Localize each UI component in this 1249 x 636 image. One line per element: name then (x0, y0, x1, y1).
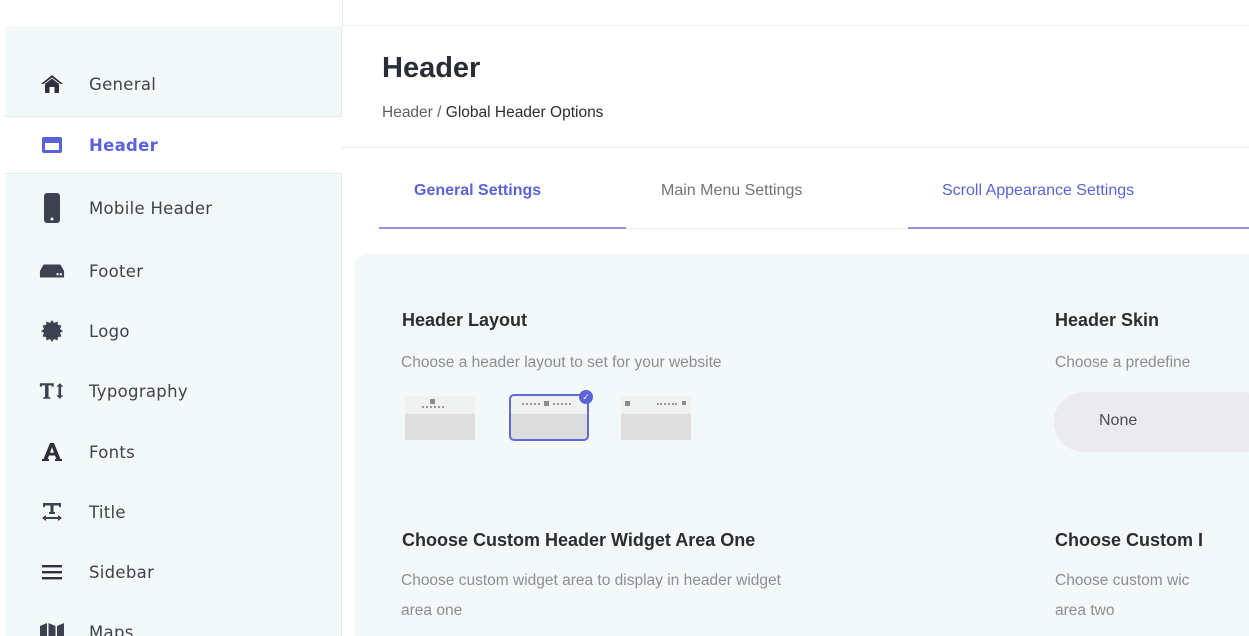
top-divider-vertical (342, 0, 343, 26)
layout-logo-mark (625, 401, 630, 406)
sidebar-item-typography[interactable]: Typography (5, 361, 342, 421)
sidebar-item-header[interactable]: Header (5, 116, 342, 174)
certificate-icon (39, 319, 65, 343)
widget-area-two-title: Choose Custom I (1055, 530, 1204, 550)
sidebar-item-logo[interactable]: Logo (5, 301, 342, 361)
font-icon (39, 440, 65, 464)
breadcrumb: Header / Global Header Options (382, 104, 603, 122)
tab-general-settings[interactable]: General Settings (414, 182, 541, 200)
layout-menu-dots (553, 403, 571, 405)
sidebar-item-label: Fonts (89, 442, 136, 462)
header-layout-title: Header Layout (402, 310, 528, 330)
sidebar-item-mobile-header[interactable]: Mobile Header (5, 178, 342, 238)
header-skin-select[interactable]: None (1054, 392, 1249, 452)
layout-preview-strip (405, 396, 475, 414)
sidebar-item-title[interactable]: Title (5, 482, 342, 542)
selected-check-icon: ✓ (579, 390, 593, 404)
sidebar-item-label: Footer (89, 261, 144, 281)
breadcrumb-root[interactable]: Header (382, 104, 433, 121)
sidebar-item-general[interactable]: General (5, 54, 342, 114)
sidebar-item-maps[interactable]: Maps (5, 602, 342, 636)
mobile-icon (39, 193, 65, 223)
layout-option-2[interactable] (509, 394, 589, 441)
header-skin-desc: Choose a predefine (1055, 354, 1191, 371)
home-icon (39, 72, 65, 96)
tab-scroll-appearance-settings[interactable]: Scroll Appearance Settings (942, 182, 1134, 200)
sidebar-item-label: Maps (89, 622, 134, 636)
sidebar-item-footer[interactable]: Footer (5, 241, 342, 301)
sidebar-item-label: Sidebar (89, 562, 155, 582)
tab-active-indicator (379, 227, 626, 229)
sidebar-item-label: Header (89, 135, 159, 155)
map-icon (39, 620, 65, 636)
text-height-icon (39, 379, 65, 403)
widget-area-two-desc-line1: Choose custom wic (1055, 572, 1190, 589)
sidebar-item-fonts[interactable]: Fonts (5, 422, 342, 482)
sidebar-item-label: Mobile Header (89, 198, 213, 218)
sidebar-item-label: General (89, 74, 157, 94)
sidebar-item-label: Title (89, 502, 126, 522)
layout-preview-strip (621, 396, 691, 414)
header-layout-desc: Choose a header layout to set for your w… (401, 354, 722, 371)
widget-area-one-title: Choose Custom Header Widget Area One (402, 530, 756, 550)
tab-main-menu-settings[interactable]: Main Menu Settings (661, 182, 802, 200)
layout-logo-mark (544, 401, 549, 406)
layout-option-1[interactable] (405, 396, 475, 440)
hdd-icon (39, 259, 65, 283)
breadcrumb-current: Global Header Options (445, 104, 604, 121)
page-title: Header (382, 52, 481, 84)
sidebar-item-sidebar[interactable]: Sidebar (5, 542, 342, 602)
text-width-icon (39, 500, 65, 524)
header-divider (342, 147, 1249, 148)
layout-preview-strip (511, 396, 587, 414)
bars-icon (39, 560, 65, 584)
sidebar-item-label: Logo (89, 321, 130, 341)
layout-menu-dots (522, 403, 540, 405)
top-divider (342, 25, 1249, 26)
sidebar: General Header Mobile Header Footer Logo… (5, 26, 342, 636)
sidebar-item-label: Typography (89, 381, 188, 401)
breadcrumb-separator: / (432, 104, 446, 121)
widget-area-one-desc-line2: area one (401, 602, 463, 619)
header-skin-select-value: None (1099, 412, 1138, 429)
layout-option-3[interactable] (621, 396, 691, 440)
window-icon (39, 133, 65, 157)
layout-menu-dots (657, 403, 677, 405)
widget-area-one-desc-line1: Choose custom widget area to display in … (401, 572, 781, 589)
header-skin-title: Header Skin (1055, 310, 1160, 330)
layout-logo-mark (430, 399, 435, 404)
widget-area-two-desc-line2: area two (1055, 602, 1115, 619)
layout-icon-mark (682, 401, 686, 405)
tab-active-indicator (908, 227, 1249, 229)
layout-menu-dots (422, 406, 444, 408)
